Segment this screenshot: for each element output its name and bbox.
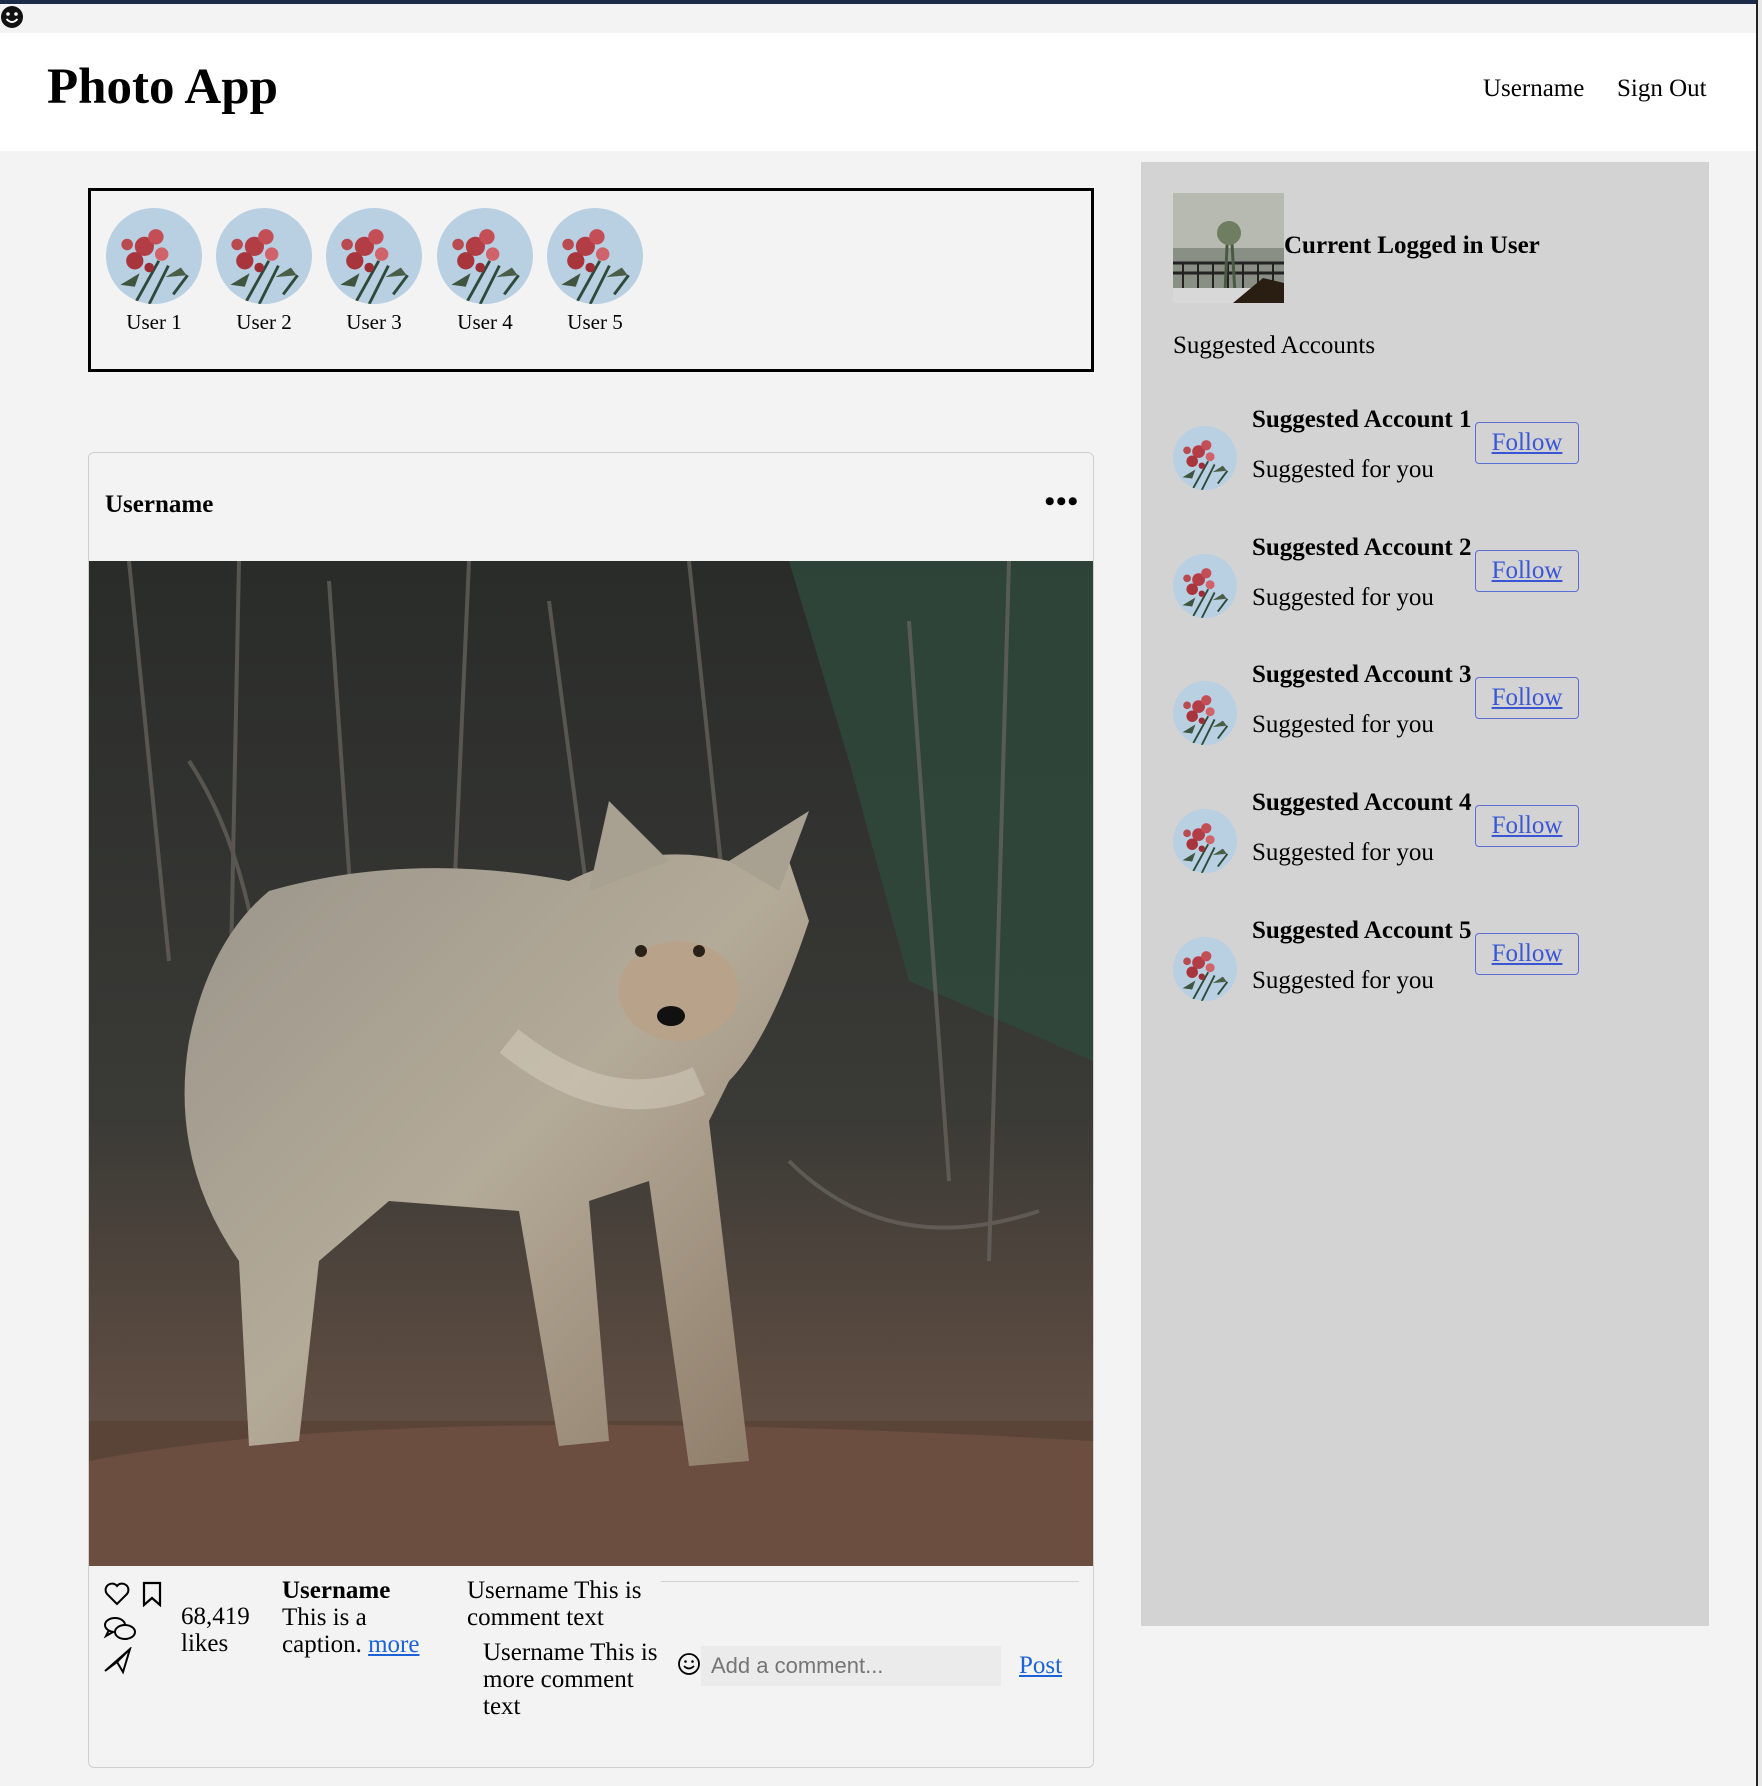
follow-button[interactable]: Follow [1475, 550, 1579, 592]
follow-button[interactable]: Follow [1475, 422, 1579, 464]
suggestion-avatar [1173, 809, 1237, 873]
suggestion-subtitle: Suggested for you [1252, 584, 1434, 611]
ellipsis-icon[interactable]: ••• [1044, 485, 1079, 519]
suggestion-subtitle: Suggested for you [1252, 839, 1434, 866]
suggestion-name: Suggested Account 3 [1252, 661, 1472, 688]
navbar: Photo App Username Sign Out [0, 33, 1756, 151]
follow-button[interactable]: Follow [1475, 933, 1579, 975]
caption: Username This is a caption. more [282, 1577, 442, 1658]
suggestion-item: Suggested Account 1 Suggested for you Fo… [1173, 406, 1593, 496]
heart-icon[interactable] [103, 1581, 131, 1607]
story-user-3[interactable]: User 3 [324, 208, 424, 335]
story-label: User 2 [236, 310, 292, 334]
caption-username[interactable]: Username [282, 1577, 442, 1604]
story-user-4[interactable]: User 4 [435, 208, 535, 335]
suggested-accounts-title: Suggested Accounts [1173, 332, 1376, 359]
follow-button[interactable]: Follow [1475, 805, 1579, 847]
bookmark-icon[interactable] [141, 1581, 163, 1607]
story-user-2[interactable]: User 2 [214, 208, 314, 335]
suggestion-item: Suggested Account 3 Suggested for you Fo… [1173, 661, 1593, 751]
sign-out-link[interactable]: Sign Out [1617, 75, 1707, 103]
post-photo [89, 561, 1093, 1566]
story-avatar [216, 208, 312, 304]
suggestion-subtitle: Suggested for you [1252, 711, 1434, 738]
post-card: Username ••• 68,419 likes Username This … [88, 452, 1094, 1768]
story-avatar [106, 208, 202, 304]
current-user-name: Current Logged in User [1284, 232, 1540, 259]
story-user-1[interactable]: User 1 [104, 208, 204, 335]
suggestion-subtitle: Suggested for you [1252, 456, 1434, 483]
story-avatar [547, 208, 643, 304]
story-avatar [326, 208, 422, 304]
suggestion-avatar [1173, 681, 1237, 745]
comments-list: Username This is comment text Username T… [467, 1577, 667, 1720]
likes-number: 68,419 [181, 1603, 250, 1630]
suggestion-name: Suggested Account 1 [1252, 406, 1472, 433]
suggestion-avatar [1173, 426, 1237, 490]
suggestion-name: Suggested Account 5 [1252, 917, 1472, 944]
post-comment-button[interactable]: Post [1019, 1652, 1062, 1680]
story-label: User 1 [126, 310, 182, 334]
suggestion-avatar [1173, 937, 1237, 1001]
post-actions [103, 1581, 173, 1691]
suggestion-item: Suggested Account 5 Suggested for you Fo… [1173, 917, 1593, 1007]
stories-panel: User 1 User 2 User 3 User 4 User 5 [88, 188, 1094, 372]
sidebar: Current Logged in User Suggested Account… [1141, 162, 1709, 1626]
send-icon[interactable] [103, 1647, 133, 1675]
current-user-avatar [1173, 193, 1284, 303]
post-username[interactable]: Username [105, 491, 213, 519]
caption-more-link[interactable]: more [368, 1631, 419, 1658]
likes-count: 68,419 likes [181, 1603, 250, 1657]
smiley-icon [1, 6, 23, 28]
story-user-5[interactable]: User 5 [545, 208, 645, 335]
window-edge [1756, 0, 1762, 1786]
story-label: User 4 [457, 310, 513, 334]
suggestion-item: Suggested Account 4 Suggested for you Fo… [1173, 789, 1593, 879]
story-label: User 5 [567, 310, 623, 334]
suggestion-subtitle: Suggested for you [1252, 967, 1434, 994]
app-title: Photo App [47, 59, 278, 115]
add-comment-box: Post [661, 1581, 1079, 1742]
comment-icon[interactable] [103, 1615, 137, 1643]
comment-input[interactable] [701, 1646, 1001, 1686]
nav-username-link[interactable]: Username [1483, 75, 1584, 103]
suggestion-name: Suggested Account 4 [1252, 789, 1472, 816]
suggestion-item: Suggested Account 2 Suggested for you Fo… [1173, 534, 1593, 624]
likes-label: likes [181, 1630, 229, 1657]
story-avatar [437, 208, 533, 304]
comment-item: Username This is more comment text [483, 1639, 658, 1720]
comment-item: Username This is comment text [467, 1577, 642, 1631]
story-label: User 3 [346, 310, 402, 334]
emoji-icon[interactable] [677, 1652, 701, 1676]
top-border [0, 0, 1756, 4]
follow-button[interactable]: Follow [1475, 677, 1579, 719]
suggestion-name: Suggested Account 2 [1252, 534, 1472, 561]
suggestion-avatar [1173, 554, 1237, 618]
caption-text: This is a caption. [282, 1604, 367, 1658]
